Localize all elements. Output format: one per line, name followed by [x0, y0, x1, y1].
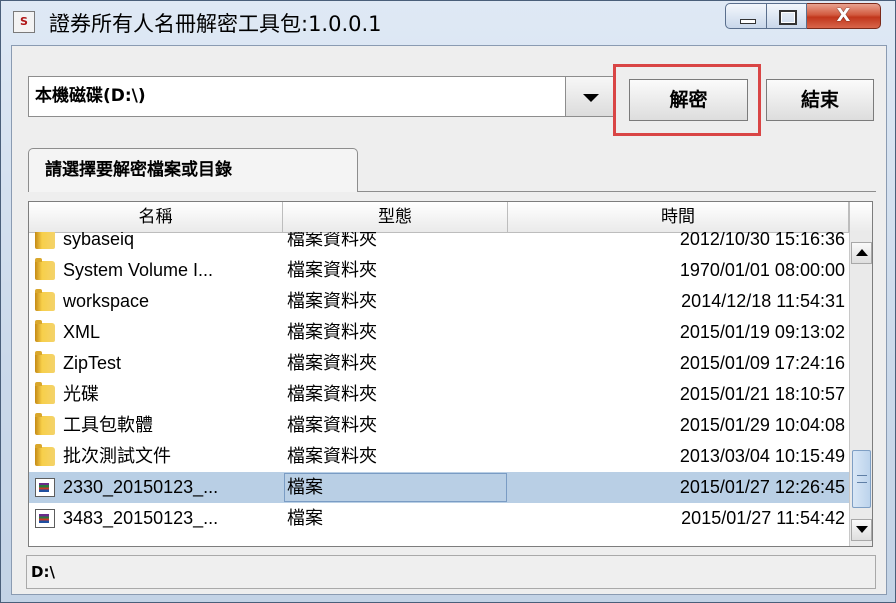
folder-icon [35, 320, 55, 342]
cell-name: workspace [63, 291, 150, 311]
cell-time: 2013/03/04 10:15:49 [679, 446, 845, 466]
close-button[interactable]: X [807, 3, 881, 29]
maximize-icon [767, 4, 806, 28]
cell-type: 檔案資料夾 [287, 291, 377, 311]
table-row[interactable]: 2330_20150123_... 檔案 2015/01/27 12:26:45 [29, 472, 849, 503]
cell-type: 檔案 [287, 477, 323, 497]
cell-name: 批次測試文件 [63, 446, 171, 466]
vertical-scrollbar[interactable] [849, 232, 872, 546]
cell-type: 檔案資料夾 [287, 384, 377, 404]
cell-time: 2014/12/18 11:54:31 [681, 291, 845, 311]
status-bar-path: D:\ [26, 555, 876, 589]
cell-name: 工具包軟體 [63, 415, 153, 435]
table-row[interactable]: workspace 檔案資料夾 2014/12/18 11:54:31 [29, 286, 849, 317]
table-row[interactable]: sybaseiq 檔案資料夾 2012/10/30 15:16:36 [29, 232, 849, 255]
table-row[interactable]: ZipTest 檔案資料夾 2015/01/09 17:24:16 [29, 348, 849, 379]
table-row[interactable]: XML 檔案資料夾 2015/01/19 09:13:02 [29, 317, 849, 348]
cell-time: 1970/01/01 08:00:00 [679, 260, 845, 280]
cell-name: 2330_20150123_... [63, 477, 219, 497]
cell-time: 2015/01/27 12:26:45 [679, 477, 845, 497]
cell-type: 檔案資料夾 [287, 446, 377, 466]
window-title: 證券所有人名冊解密工具包:1.0.0.1 [49, 12, 382, 36]
cell-name: XML [63, 322, 101, 342]
cell-time: 2015/01/29 10:04:08 [679, 415, 845, 435]
folder-icon [35, 382, 55, 404]
table-row[interactable]: 3483_20150123_... 檔案 2015/01/27 11:54:42 [29, 503, 849, 534]
cell-time: 2015/01/27 11:54:42 [681, 508, 845, 528]
scroll-thumb[interactable] [852, 450, 871, 508]
cell-type: 檔案資料夾 [287, 353, 377, 373]
table-body: sybaseiq 檔案資料夾 2012/10/30 15:16:36 System V… [29, 232, 849, 546]
cell-name: System Volume I... [63, 260, 214, 280]
cell-name: ZipTest [63, 353, 122, 373]
cell-type: 檔案 [287, 508, 323, 528]
tab-select-file[interactable]: 請選擇要解密檔案或目錄 [28, 148, 358, 192]
column-header-time[interactable]: 時間 [508, 202, 849, 232]
maximize-button[interactable] [767, 3, 807, 29]
decrypt-button[interactable]: 解密 [629, 79, 748, 121]
close-icon: X [836, 5, 851, 26]
cell-time: 2015/01/19 09:13:02 [679, 322, 845, 342]
scroll-up-button[interactable] [851, 242, 872, 264]
quit-button[interactable]: 結束 [766, 79, 874, 121]
table-row[interactable]: 光碟 檔案資料夾 2015/01/21 18:10:57 [29, 379, 849, 410]
column-header-type[interactable]: 型態 [283, 202, 508, 232]
cell-name: 3483_20150123_... [63, 508, 219, 528]
folder-icon [35, 444, 55, 466]
app-window: S 證券所有人名冊解密工具包:1.0.0.1 X 本機磁碟(D:\) 解密 結束… [0, 0, 896, 603]
cell-time: 2015/01/09 17:24:16 [679, 353, 845, 373]
minimize-button[interactable] [725, 3, 767, 29]
archive-file-icon [35, 478, 55, 497]
file-table: 名稱 型態 時間 sybaseiq 檔案資料夾 2012/10/30 15:16:3… [28, 201, 873, 547]
table-row[interactable]: System Volume I... 檔案資料夾 1970/01/01 08:00:… [29, 255, 849, 286]
folder-icon [35, 258, 55, 280]
cell-type: 檔案資料夾 [287, 322, 377, 342]
cell-type: 檔案資料夾 [287, 232, 377, 249]
folder-icon [35, 413, 55, 435]
title-bar[interactable]: S 證券所有人名冊解密工具包:1.0.0.1 X [1, 1, 895, 45]
scroll-down-button[interactable] [851, 519, 872, 541]
table-row[interactable]: 批次測試文件 檔案資料夾 2013/03/04 10:15:49 [29, 441, 849, 472]
cell-name: 光碟 [63, 384, 99, 404]
folder-icon [35, 289, 55, 311]
drive-dropdown-arrow[interactable] [566, 76, 616, 117]
window-controls: X [725, 3, 881, 29]
cell-type: 檔案資料夾 [287, 415, 377, 435]
cell-time: 2015/01/21 18:10:57 [679, 384, 845, 404]
cell-time: 2012/10/30 15:16:36 [679, 232, 845, 249]
cell-type: 檔案資料夾 [287, 260, 377, 280]
cell-name: sybaseiq [63, 232, 135, 249]
table-row[interactable]: 工具包軟體 檔案資料夾 2015/01/29 10:04:08 [29, 410, 849, 441]
app-icon: S [13, 11, 35, 33]
minimize-icon [726, 4, 766, 28]
folder-icon [35, 351, 55, 373]
tab-divider [358, 191, 876, 192]
folder-icon [35, 232, 55, 249]
scrollbar-corner [849, 202, 872, 232]
table-header: 名稱 型態 時間 [29, 202, 849, 233]
archive-file-icon [35, 509, 55, 528]
drive-select[interactable]: 本機磁碟(D:\) [28, 76, 566, 117]
client-area: 本機磁碟(D:\) 解密 結束 請選擇要解密檔案或目錄 名稱 型態 時間 syb… [11, 45, 887, 595]
column-header-name[interactable]: 名稱 [29, 202, 283, 232]
